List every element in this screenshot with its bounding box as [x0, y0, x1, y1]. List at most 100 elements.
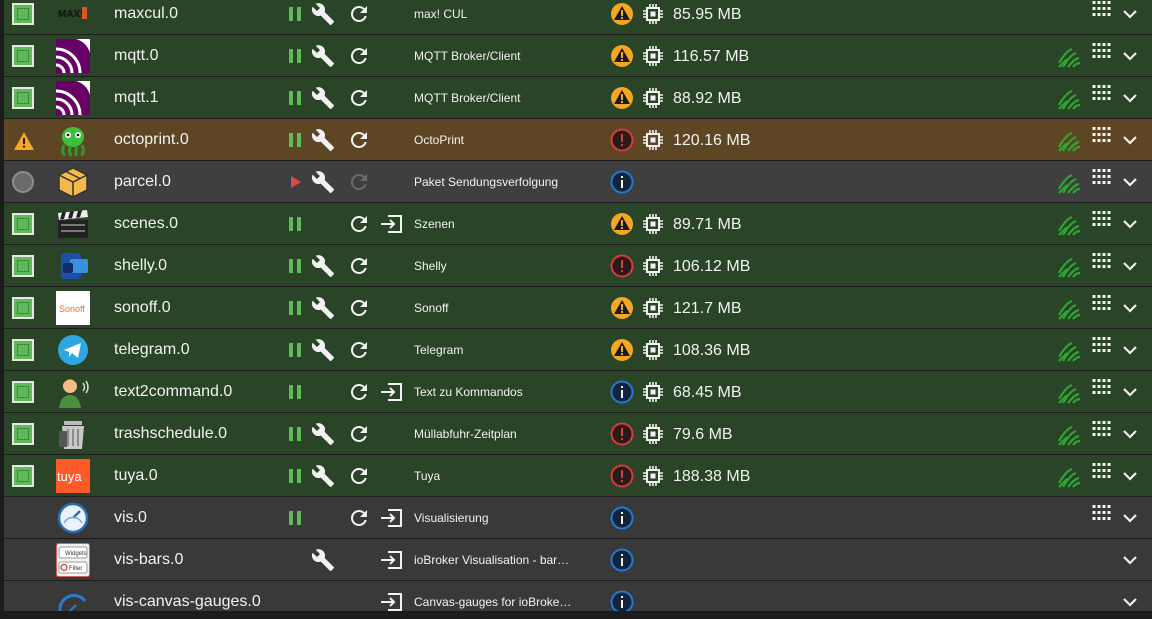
- expand-chevron-icon[interactable]: [1121, 467, 1139, 485]
- restart-icon[interactable]: [347, 212, 371, 236]
- more-actions-grid-icon[interactable]: [1092, 209, 1112, 229]
- expand-chevron-icon[interactable]: [1121, 299, 1139, 317]
- more-actions-grid-icon[interactable]: [1092, 83, 1112, 103]
- more-actions-grid-icon[interactable]: [1092, 377, 1112, 397]
- expand-chevron-icon[interactable]: [1121, 5, 1139, 23]
- open-instance-link-icon[interactable]: [379, 506, 405, 530]
- adapter-row[interactable]: parcel.0 Paket Sendungsverfolgung: [4, 161, 1152, 203]
- adapter-row[interactable]: mqtt.0 MQTT Broker/Client 116.57 MB: [4, 35, 1152, 77]
- more-actions-grid-icon[interactable]: [1092, 293, 1112, 313]
- settings-wrench-icon[interactable]: [311, 254, 335, 278]
- settings-wrench-icon[interactable]: [311, 548, 335, 572]
- adapter-row[interactable]: MAX! maxcul.0 max! CUL 85.95 MB: [4, 0, 1152, 35]
- log-level-warn-icon[interactable]: [609, 211, 635, 237]
- adapter-row[interactable]: telegram.0 Telegram 108.36 MB: [4, 329, 1152, 371]
- adapter-row[interactable]: text2command.0 Text zu Kommandos 68.45 MB: [4, 371, 1152, 413]
- expand-chevron-icon[interactable]: [1121, 383, 1139, 401]
- settings-wrench-icon[interactable]: [311, 338, 335, 362]
- log-level-info-icon[interactable]: [609, 169, 635, 195]
- settings-wrench-icon[interactable]: [311, 296, 335, 320]
- log-level-warn-icon[interactable]: [609, 85, 635, 111]
- expand-chevron-icon[interactable]: [1121, 425, 1139, 443]
- log-level-error-icon[interactable]: [609, 463, 635, 489]
- open-instance-link-icon[interactable]: [379, 590, 405, 611]
- open-instance-link-icon[interactable]: [379, 548, 405, 572]
- more-actions-grid-icon[interactable]: [1092, 0, 1112, 19]
- more-actions-grid-icon[interactable]: [1092, 419, 1112, 439]
- expand-chevron-icon[interactable]: [1121, 215, 1139, 233]
- pause-button[interactable]: [283, 2, 307, 26]
- more-actions-grid-icon[interactable]: [1092, 41, 1112, 61]
- pause-button[interactable]: [283, 506, 307, 530]
- settings-wrench-icon[interactable]: [311, 128, 335, 152]
- expand-chevron-icon[interactable]: [1121, 551, 1139, 569]
- pause-button[interactable]: [283, 422, 307, 446]
- log-level-error-icon[interactable]: [609, 127, 635, 153]
- more-actions-grid-icon[interactable]: [1092, 461, 1112, 481]
- expand-chevron-icon[interactable]: [1121, 593, 1139, 611]
- expand-chevron-icon[interactable]: [1121, 341, 1139, 359]
- restart-icon[interactable]: [347, 86, 371, 110]
- more-actions-grid-icon[interactable]: [1092, 251, 1112, 271]
- log-level-info-icon[interactable]: [609, 379, 635, 405]
- settings-wrench-icon[interactable]: [311, 44, 335, 68]
- log-level-info-icon[interactable]: [609, 505, 635, 531]
- adapter-row[interactable]: scenes.0 Szenen 89.71 MB: [4, 203, 1152, 245]
- adapter-row[interactable]: mqtt.1 MQTT Broker/Client 88.92 MB: [4, 77, 1152, 119]
- expand-chevron-icon[interactable]: [1121, 173, 1139, 191]
- pause-button[interactable]: [283, 296, 307, 320]
- log-level-warn-icon[interactable]: [609, 43, 635, 69]
- restart-icon[interactable]: [347, 380, 371, 404]
- pause-button[interactable]: [283, 254, 307, 278]
- restart-icon[interactable]: [347, 464, 371, 488]
- restart-icon[interactable]: [347, 422, 371, 446]
- adapter-row[interactable]: shelly.0 Shelly 106.12 MB: [4, 245, 1152, 287]
- expand-chevron-icon[interactable]: [1121, 509, 1139, 527]
- log-level-error-icon[interactable]: [609, 253, 635, 279]
- adapter-row[interactable]: tuya tuya.0 Tuya 188.38 MB: [4, 455, 1152, 497]
- pause-button[interactable]: [283, 212, 307, 236]
- expand-chevron-icon[interactable]: [1121, 257, 1139, 275]
- log-level-warn-icon[interactable]: [609, 295, 635, 321]
- pause-button[interactable]: [283, 86, 307, 110]
- adapter-row[interactable]: Widgets Filter vis-bars.0 ioBroker Visualis…: [4, 539, 1152, 581]
- pause-button[interactable]: [283, 464, 307, 488]
- restart-icon[interactable]: [347, 338, 371, 362]
- adapter-row[interactable]: trashschedule.0 Müllabfuhr-Zeitplan 79.6 M…: [4, 413, 1152, 455]
- log-level-error-icon[interactable]: [609, 421, 635, 447]
- pause-button[interactable]: [283, 44, 307, 68]
- pause-button[interactable]: [283, 380, 307, 404]
- log-level-info-icon[interactable]: [609, 589, 635, 611]
- adapter-row[interactable]: vis.0 Visualisierung: [4, 497, 1152, 539]
- restart-icon[interactable]: [347, 506, 371, 530]
- more-actions-grid-icon[interactable]: [1092, 167, 1112, 187]
- start-button[interactable]: [283, 170, 307, 194]
- expand-chevron-icon[interactable]: [1121, 89, 1139, 107]
- restart-icon[interactable]: [347, 128, 371, 152]
- log-level-info-icon[interactable]: [609, 547, 635, 573]
- adapter-row[interactable]: Sonoff sonoff.0 Sonoff 121.7 MB: [4, 287, 1152, 329]
- settings-wrench-icon[interactable]: [311, 422, 335, 446]
- restart-icon[interactable]: [347, 296, 371, 320]
- pause-button[interactable]: [283, 128, 307, 152]
- log-level-warn-icon[interactable]: [609, 1, 635, 27]
- more-actions-grid-icon[interactable]: [1092, 503, 1112, 523]
- more-actions-grid-icon[interactable]: [1092, 335, 1112, 355]
- expand-chevron-icon[interactable]: [1121, 47, 1139, 65]
- memory-usage: 79.6 MB: [673, 426, 733, 443]
- settings-wrench-icon[interactable]: [311, 170, 335, 194]
- open-instance-link-icon[interactable]: [379, 380, 405, 404]
- adapter-row[interactable]: vis-canvas-gauges.0 Canvas-gauges for ioB…: [4, 581, 1152, 611]
- restart-icon[interactable]: [347, 254, 371, 278]
- pause-button[interactable]: [283, 338, 307, 362]
- expand-chevron-icon[interactable]: [1121, 131, 1139, 149]
- settings-wrench-icon[interactable]: [311, 464, 335, 488]
- log-level-warn-icon[interactable]: [609, 337, 635, 363]
- open-instance-link-icon[interactable]: [379, 212, 405, 236]
- adapter-row[interactable]: octoprint.0 OctoPrint 120.16 MB: [4, 119, 1152, 161]
- settings-wrench-icon[interactable]: [311, 86, 335, 110]
- restart-icon[interactable]: [347, 2, 371, 26]
- settings-wrench-icon[interactable]: [311, 2, 335, 26]
- more-actions-grid-icon[interactable]: [1092, 125, 1112, 145]
- restart-icon[interactable]: [347, 44, 371, 68]
